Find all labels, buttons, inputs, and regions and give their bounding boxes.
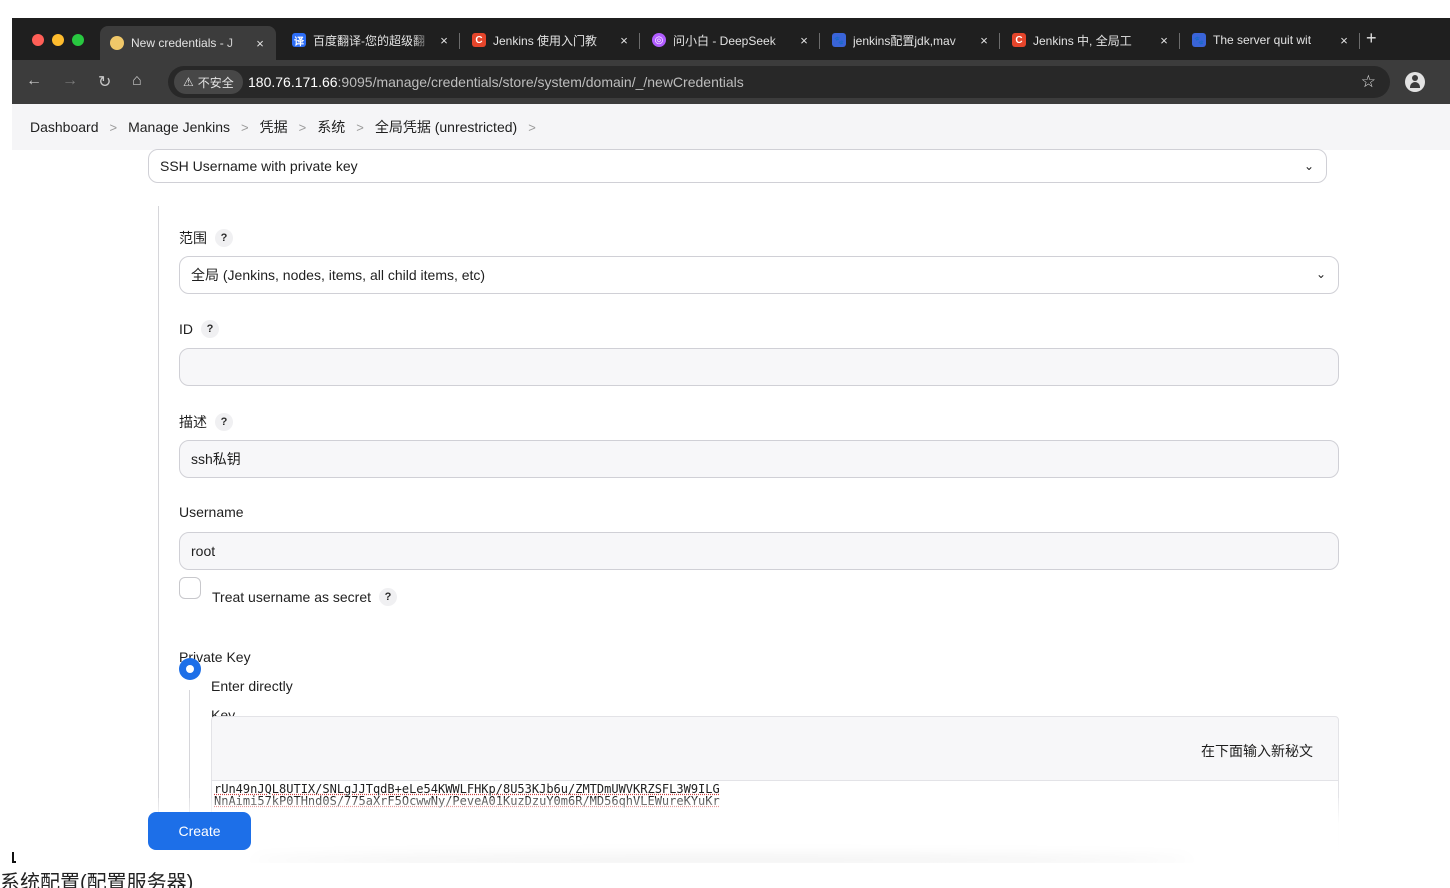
tab-divider <box>1179 33 1180 49</box>
tab-title: Jenkins 中, 全局工 <box>1033 33 1132 48</box>
enter-directly-label[interactable]: Enter directly <box>211 678 293 694</box>
tab-title: The server quit wit <box>1213 33 1312 47</box>
help-icon[interactable]: ? <box>379 588 397 606</box>
chevron-right-icon: > <box>298 119 307 135</box>
description-label: 描述 <box>179 414 207 430</box>
close-window-button[interactable] <box>32 34 44 46</box>
baidu-translate-icon: 译 <box>292 33 306 48</box>
description-label-row: 描述 ? <box>179 412 233 432</box>
id-input[interactable] <box>179 348 1339 386</box>
bottom-bar-shadow <box>252 855 1192 863</box>
breadcrumb-system[interactable]: 系统 <box>317 117 345 137</box>
tab-title: Jenkins 使用入门教 <box>493 33 598 48</box>
chevron-right-icon: > <box>109 119 118 135</box>
treat-username-secret-row: Treat username as secret ? <box>212 588 397 606</box>
chevron-down-icon: ⌄ <box>1303 159 1314 173</box>
breadcrumb-global-credentials[interactable]: 全局凭据 (unrestricted) <box>375 117 517 137</box>
form-group-line <box>158 206 159 863</box>
url-host: 180.76.171.66 <box>248 74 338 90</box>
screenshot-corner-mark <box>12 852 16 863</box>
close-icon[interactable]: × <box>976 33 992 48</box>
profile-avatar-icon[interactable] <box>1405 72 1425 92</box>
forward-arrow-icon[interactable]: → <box>62 72 78 90</box>
home-icon[interactable]: ⌂ <box>132 72 142 90</box>
scope-select-value: 全局 (Jenkins, nodes, items, all child ite… <box>191 267 486 283</box>
tab-divider <box>459 33 460 49</box>
tab-jenkins-intro[interactable]: C Jenkins 使用入门教 × <box>462 26 640 54</box>
jenkins-butler-icon <box>110 36 124 50</box>
breadcrumb-dashboard[interactable]: Dashboard <box>30 119 99 135</box>
chevron-right-icon: > <box>241 119 249 135</box>
treat-username-secret-label[interactable]: Treat username as secret <box>212 589 371 605</box>
tab-title: 百度翻译-您的超级翻 <box>313 33 425 48</box>
scope-label: 范围 <box>179 230 207 246</box>
tab-new-credentials[interactable]: New credentials - J × <box>100 26 276 60</box>
help-icon[interactable]: ? <box>215 413 233 431</box>
tab-divider <box>1359 33 1360 49</box>
csdn-icon: C <box>472 33 486 47</box>
tab-deepseek[interactable]: ◎ 问小白 - DeepSeek × <box>642 26 820 54</box>
minimize-window-button[interactable] <box>52 34 64 46</box>
id-label: ID <box>179 321 193 337</box>
tab-jenkins-global[interactable]: C Jenkins 中, 全局工 × <box>1002 26 1180 54</box>
key-secret-header: 在下面输入新秘文 <box>212 717 1338 781</box>
main-content: SSH Username with private key ⌄ 范围 ? 全局 … <box>12 149 1450 863</box>
url-path: :9095/manage/credentials/store/system/do… <box>337 74 744 90</box>
help-icon[interactable]: ? <box>215 229 233 247</box>
key-hint-text[interactable]: 在下面输入新秘文 <box>1201 741 1313 761</box>
chevron-right-icon[interactable]: > <box>528 120 536 135</box>
tab-title: jenkins配置jdk,mav <box>853 33 956 48</box>
wenxiaobai-icon: ◎ <box>652 33 666 47</box>
scope-select[interactable]: 全局 (Jenkins, nodes, items, all child ite… <box>179 256 1339 294</box>
treat-username-secret-checkbox[interactable] <box>179 577 201 599</box>
bookmark-star-icon[interactable]: ☆ <box>1361 72 1376 92</box>
breadcrumb-manage-jenkins[interactable]: Manage Jenkins <box>128 119 230 135</box>
close-icon[interactable]: × <box>796 33 812 48</box>
kind-select-value: SSH Username with private key <box>160 158 358 174</box>
breadcrumb-credentials[interactable]: 凭据 <box>260 117 288 137</box>
warning-triangle-icon: ⚠ <box>183 75 194 89</box>
chevron-down-icon: ⌄ <box>1315 267 1326 281</box>
browser-toolbar: ← → ↻ ⌂ ⚠ 不安全 180.76.171.66:9095/manage/… <box>12 60 1450 104</box>
description-input[interactable]: ssh私钥 <box>179 440 1339 478</box>
username-input[interactable]: root <box>179 532 1339 570</box>
kind-select[interactable]: SSH Username with private key ⌄ <box>148 149 1327 183</box>
csdn-icon: C <box>1012 33 1026 47</box>
tab-jenkins-jdk[interactable]: 🐾 jenkins配置jdk,mav × <box>822 26 1000 54</box>
baidu-paw-icon: 🐾 <box>832 33 846 47</box>
tab-strip: New credentials - J × 译 百度翻译-您的超级翻 × C J… <box>12 18 1450 60</box>
security-label: 不安全 <box>197 75 234 90</box>
chevron-right-icon: > <box>356 119 364 135</box>
close-icon[interactable]: × <box>1156 33 1172 48</box>
username-label: Username <box>179 504 244 520</box>
url-text[interactable]: 180.76.171.66:9095/manage/credentials/st… <box>248 74 744 90</box>
close-icon[interactable]: × <box>436 33 452 48</box>
create-button[interactable]: Create <box>148 812 251 850</box>
id-label-row: ID ? <box>179 320 219 338</box>
baidu-paw-icon: 🐾 <box>1192 33 1206 47</box>
tab-divider <box>999 33 1000 49</box>
help-icon[interactable]: ? <box>201 320 219 338</box>
back-arrow-icon[interactable]: ← <box>26 72 42 90</box>
close-icon[interactable]: × <box>1336 33 1352 48</box>
close-icon[interactable]: × <box>252 36 268 51</box>
address-bar[interactable]: ⚠ 不安全 180.76.171.66:9095/manage/credenti… <box>168 66 1390 98</box>
tab-divider <box>639 33 640 49</box>
tab-server-quit[interactable]: 🐾 The server quit wit × <box>1182 26 1360 54</box>
scope-label-row: 范围 ? <box>179 228 233 248</box>
tab-baidu-translate[interactable]: 译 百度翻译-您的超级翻 × <box>282 26 460 54</box>
page-caption-below: 系统配置(配置服务器) <box>0 872 194 888</box>
browser-window: New credentials - J × 译 百度翻译-您的超级翻 × C J… <box>12 18 1450 863</box>
new-tab-icon[interactable]: + <box>1366 28 1377 49</box>
security-chip[interactable]: ⚠ 不安全 <box>174 70 243 94</box>
tab-title: New credentials - J <box>131 36 234 50</box>
reload-icon[interactable]: ↻ <box>98 72 111 92</box>
tab-divider <box>819 33 820 49</box>
close-icon[interactable]: × <box>616 33 632 48</box>
zoom-window-button[interactable] <box>72 34 84 46</box>
enter-directly-radio[interactable] <box>179 658 201 680</box>
tab-title: 问小白 - DeepSeek <box>673 33 776 48</box>
breadcrumb: Dashboard > Manage Jenkins > 凭据 > 系统 > 全… <box>12 104 1450 150</box>
